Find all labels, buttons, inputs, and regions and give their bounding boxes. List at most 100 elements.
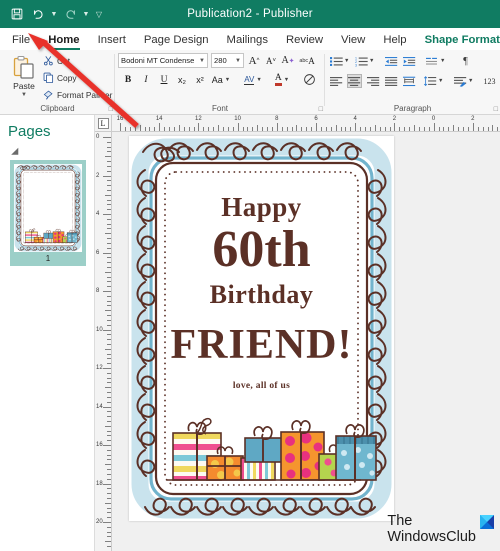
copy-button[interactable]: Copy [43, 72, 77, 83]
clear-formatting-button[interactable]: abc A [299, 53, 315, 68]
card-line-signature[interactable]: love, all of us [129, 381, 394, 391]
italic-button[interactable]: I [138, 72, 154, 87]
numbering-dropdown-icon[interactable]: ▼ [369, 58, 374, 64]
ruler-tick [433, 123, 435, 131]
tab-mailings[interactable]: Mailings [218, 33, 277, 50]
paste-dropdown-icon[interactable]: ▼ [6, 92, 42, 99]
align-text-dropdown-icon[interactable]: ▼ [440, 58, 445, 64]
chevron-down-icon[interactable]: ▼ [233, 58, 241, 64]
ruler-tick [394, 123, 396, 131]
show-paragraph-marks-button[interactable]: ¶ [458, 54, 473, 68]
shrink-font-button[interactable]: A ˅ [263, 53, 279, 68]
vertical-ruler[interactable]: 0 2 4 6 8 10 12 14 16 18 20 [95, 132, 112, 551]
numbering-button[interactable]: 1 2 3 [354, 54, 369, 68]
clipboard-dialog-launcher[interactable]: □ [109, 106, 113, 113]
underline-button[interactable]: U [156, 72, 172, 87]
bullets-dropdown-icon[interactable]: ▼ [344, 58, 349, 64]
bold-button[interactable]: B [120, 72, 136, 87]
font-name-combobox[interactable]: Bodoni MT Condense ▼ [118, 53, 208, 68]
ruler-tick [105, 310, 111, 312]
paragraph-dialog-launcher[interactable]: □ [494, 106, 498, 113]
align-left-icon [330, 76, 343, 86]
page-thumbnail-1[interactable]: 1 [10, 160, 86, 266]
ruler-tick [107, 209, 111, 211]
horizontal-ruler[interactable]: 16 14 12 10 8 6 4 2 0 2 [112, 115, 500, 132]
ruler-tick [107, 382, 111, 384]
tab-insert[interactable]: Insert [89, 33, 135, 50]
line-spacing-dropdown-icon[interactable]: ▼ [438, 78, 443, 84]
ruler-tick [103, 406, 111, 408]
align-text-button[interactable] [425, 54, 440, 68]
font-dialog-launcher[interactable]: □ [319, 106, 323, 113]
page-sheet[interactable]: Happy 60th Birthday FRIEND! love, all of… [129, 136, 394, 521]
tab-file[interactable]: File [0, 33, 39, 50]
decrease-indent-button[interactable] [384, 54, 399, 68]
font-size-combobox[interactable]: 280 ▼ [211, 53, 244, 68]
ruler-tick [399, 127, 401, 131]
format-painter-icon [43, 90, 53, 100]
align-left-button[interactable] [329, 74, 344, 88]
ruler-tick [107, 430, 111, 432]
ribbon-group-font: Bodoni MT Condense ▼ 280 ▼ A ^ A ˅ A ✦ abc… [115, 50, 325, 114]
chevron-down-icon[interactable]: ▼ [197, 58, 205, 64]
superscript-button[interactable]: x² [192, 72, 208, 87]
ruler-tick-label: 16 [116, 116, 124, 122]
grow-font-button[interactable]: A ^ [246, 53, 262, 68]
ruler-tick-label: 2 [96, 172, 100, 179]
ruler-tick [107, 392, 111, 394]
character-spacing-label: AV [244, 74, 255, 85]
ruler-tick [404, 127, 406, 131]
chevron-down-icon[interactable]: ▼ [225, 77, 230, 83]
ruler-tick [107, 228, 111, 230]
justify-button[interactable] [384, 74, 399, 88]
ruler-tick [107, 315, 111, 317]
card-line-age[interactable]: 60th [129, 220, 394, 279]
ruler-tick [247, 127, 249, 131]
format-painter-button[interactable]: Format Painter [43, 89, 112, 100]
paragraph-group-label: Paragraph [393, 104, 432, 113]
distribute-button[interactable] [402, 74, 417, 88]
tab-page-design[interactable]: Page Design [135, 33, 218, 50]
card-line-friend[interactable]: FRIEND! [129, 321, 394, 369]
paste-button[interactable]: Paste ▼ [6, 53, 42, 99]
line-spacing-button[interactable] [423, 74, 438, 88]
baseline-guides-button[interactable]: 123 [482, 74, 497, 88]
text-fill-button[interactable] [301, 72, 317, 87]
tab-help[interactable]: Help [374, 33, 415, 50]
ruler-tick [107, 372, 111, 374]
chevron-down-icon[interactable]: ▼ [284, 77, 289, 83]
card-line-birthday[interactable]: Birthday [129, 280, 394, 310]
font-color-button[interactable]: A ▼ [271, 72, 293, 87]
tab-view[interactable]: View [332, 33, 374, 50]
collapse-pane-icon[interactable] [11, 147, 22, 159]
increase-indent-button[interactable] [402, 54, 417, 68]
align-right-button[interactable] [366, 74, 381, 88]
ruler-tick [183, 127, 185, 131]
tab-review[interactable]: Review [277, 33, 332, 50]
ruler-tick [105, 387, 111, 389]
tab-shape-format[interactable]: Shape Format [416, 33, 500, 50]
cut-button[interactable]: Cut [43, 55, 70, 66]
bullets-icon [330, 56, 343, 66]
document-canvas[interactable]: Happy 60th Birthday FRIEND! love, all of… [112, 132, 500, 551]
ruler-tick [107, 170, 111, 172]
ruler-tick [360, 127, 362, 131]
align-center-button[interactable] [347, 74, 362, 88]
card-line-happy[interactable]: Happy [129, 192, 394, 223]
shading-dropdown-icon[interactable]: ▼ [468, 78, 473, 84]
ruler-corner[interactable]: L [95, 115, 112, 132]
ruler-tick [208, 127, 210, 131]
character-spacing-button[interactable]: AV ▼ [241, 72, 265, 87]
tab-home[interactable]: Home [39, 33, 88, 50]
subscript-button[interactable]: x₂ [174, 72, 190, 87]
bullets-button[interactable] [329, 54, 344, 68]
text-effects-button[interactable]: A ✦ [280, 53, 296, 68]
chevron-down-icon[interactable]: ▼ [256, 77, 261, 83]
shading-button[interactable] [453, 74, 468, 88]
ruler-tick [103, 329, 111, 331]
ruler-tick [107, 358, 111, 360]
ruler-tick [173, 127, 175, 131]
ruler-tick [154, 127, 156, 131]
change-case-button[interactable]: Aa ▼ [210, 72, 232, 87]
ruler-tick [107, 353, 111, 355]
